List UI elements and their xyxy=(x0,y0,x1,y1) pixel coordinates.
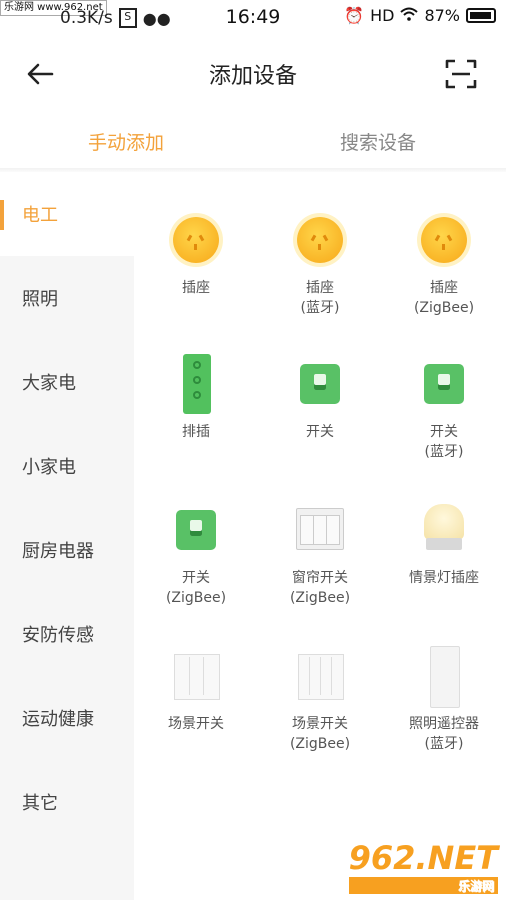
device-name: 照明遥控器 xyxy=(409,716,479,732)
alarm-icon: ⏰ xyxy=(344,6,365,25)
watermark-logo-text: 962.NET xyxy=(348,839,498,877)
tab-search-device[interactable]: 搜索设备 xyxy=(340,128,416,155)
category-security[interactable]: 安防传感 xyxy=(0,592,134,676)
category-label: 其它 xyxy=(22,793,58,814)
device-tile[interactable]: 场景开关 (ZigBee) xyxy=(258,646,382,754)
device-name: 插座 xyxy=(306,280,334,296)
switch-icon xyxy=(166,500,226,560)
category-electrical[interactable]: 电工 xyxy=(0,172,134,256)
scene-switch-icon xyxy=(290,646,350,706)
device-name: 开关 xyxy=(306,424,334,440)
socket-icon xyxy=(290,210,350,270)
wifi-icon xyxy=(400,6,419,25)
category-label: 电工 xyxy=(22,205,58,226)
device-name: 开关 xyxy=(182,570,210,586)
status-right: ⏰ HD 87% xyxy=(344,6,496,25)
switch-icon xyxy=(414,354,474,414)
nav-bar: 添加设备 xyxy=(0,46,506,102)
category-label: 照明 xyxy=(22,289,58,310)
device-name: 情景灯插座 xyxy=(409,570,479,586)
scan-icon xyxy=(445,59,477,89)
device-sub: (ZigBee) xyxy=(165,590,227,606)
lighting-remote-icon xyxy=(414,646,474,708)
scan-button[interactable] xyxy=(444,58,478,90)
category-sidebar: 电工 照明 大家电 小家电 厨房电器 安防传感 运动健康 其它 xyxy=(0,172,134,900)
device-tile[interactable]: 情景灯插座 xyxy=(382,500,506,588)
device-tile[interactable]: 场景开关 xyxy=(134,646,258,734)
device-name: 插座 xyxy=(430,280,458,296)
socket-icon xyxy=(414,210,474,270)
device-name: 插座 xyxy=(182,280,210,296)
scene-lamp-icon xyxy=(414,500,474,560)
status-bar: 乐游网 www.962.net 0.3K/s S ●● 16:49 ⏰ HD 8… xyxy=(0,0,506,36)
category-label: 安防传感 xyxy=(22,625,94,646)
watermark-caption: 乐游网 xyxy=(348,877,498,894)
page-title: 添加设备 xyxy=(208,64,297,89)
device-name: 场景开关 xyxy=(292,716,348,732)
device-tile[interactable]: 插座 xyxy=(134,210,258,298)
device-name: 场景开关 xyxy=(168,716,224,732)
switch-icon xyxy=(290,354,350,414)
device-tile[interactable]: 照明遥控器 (蓝牙) xyxy=(382,646,506,754)
socket-icon xyxy=(166,210,226,270)
device-name: 窗帘开关 xyxy=(292,570,348,586)
category-label: 运动健康 xyxy=(22,709,94,730)
category-kitchen[interactable]: 厨房电器 xyxy=(0,508,134,592)
category-label: 大家电 xyxy=(22,373,76,394)
tab-bar: 手动添加 搜索设备 xyxy=(0,118,506,166)
category-other[interactable]: 其它 xyxy=(0,760,134,844)
device-name: 开关 xyxy=(430,424,458,440)
device-grid: 插座 插座 (蓝牙) 插座 (ZigBee) 排插 开关 开关 (蓝牙) 开关 … xyxy=(134,172,506,900)
category-small-appliances[interactable]: 小家电 xyxy=(0,424,134,508)
device-name: 排插 xyxy=(182,424,210,440)
device-tile[interactable]: 排插 xyxy=(134,354,258,442)
watermark-logo: 962.NET 乐游网 xyxy=(348,839,498,894)
battery-percent: 87% xyxy=(424,6,460,25)
category-label: 厨房电器 xyxy=(22,541,94,562)
device-tile[interactable]: 插座 (ZigBee) xyxy=(382,210,506,318)
battery-icon xyxy=(466,8,496,23)
device-sub: (蓝牙) xyxy=(424,444,464,460)
device-tile[interactable]: 插座 (蓝牙) xyxy=(258,210,382,318)
device-sub: (蓝牙) xyxy=(424,736,464,752)
power-strip-icon xyxy=(166,354,226,414)
device-sub: (ZigBee) xyxy=(289,736,351,752)
tab-manual-add[interactable]: 手动添加 xyxy=(88,128,164,155)
device-sub: (蓝牙) xyxy=(300,300,340,316)
category-label: 小家电 xyxy=(22,457,76,478)
scene-switch-icon xyxy=(166,646,226,706)
device-tile[interactable]: 窗帘开关 (ZigBee) xyxy=(258,500,382,608)
device-sub: (ZigBee) xyxy=(413,300,475,316)
curtain-switch-icon xyxy=(290,500,350,560)
hd-label: HD xyxy=(370,6,395,25)
category-sports-health[interactable]: 运动健康 xyxy=(0,676,134,760)
device-tile[interactable]: 开关 (蓝牙) xyxy=(382,354,506,462)
device-sub: (ZigBee) xyxy=(289,590,351,606)
category-lighting[interactable]: 照明 xyxy=(0,256,134,340)
device-tile[interactable]: 开关 (ZigBee) xyxy=(134,500,258,608)
category-large-appliances[interactable]: 大家电 xyxy=(0,340,134,424)
device-tile[interactable]: 开关 xyxy=(258,354,382,442)
